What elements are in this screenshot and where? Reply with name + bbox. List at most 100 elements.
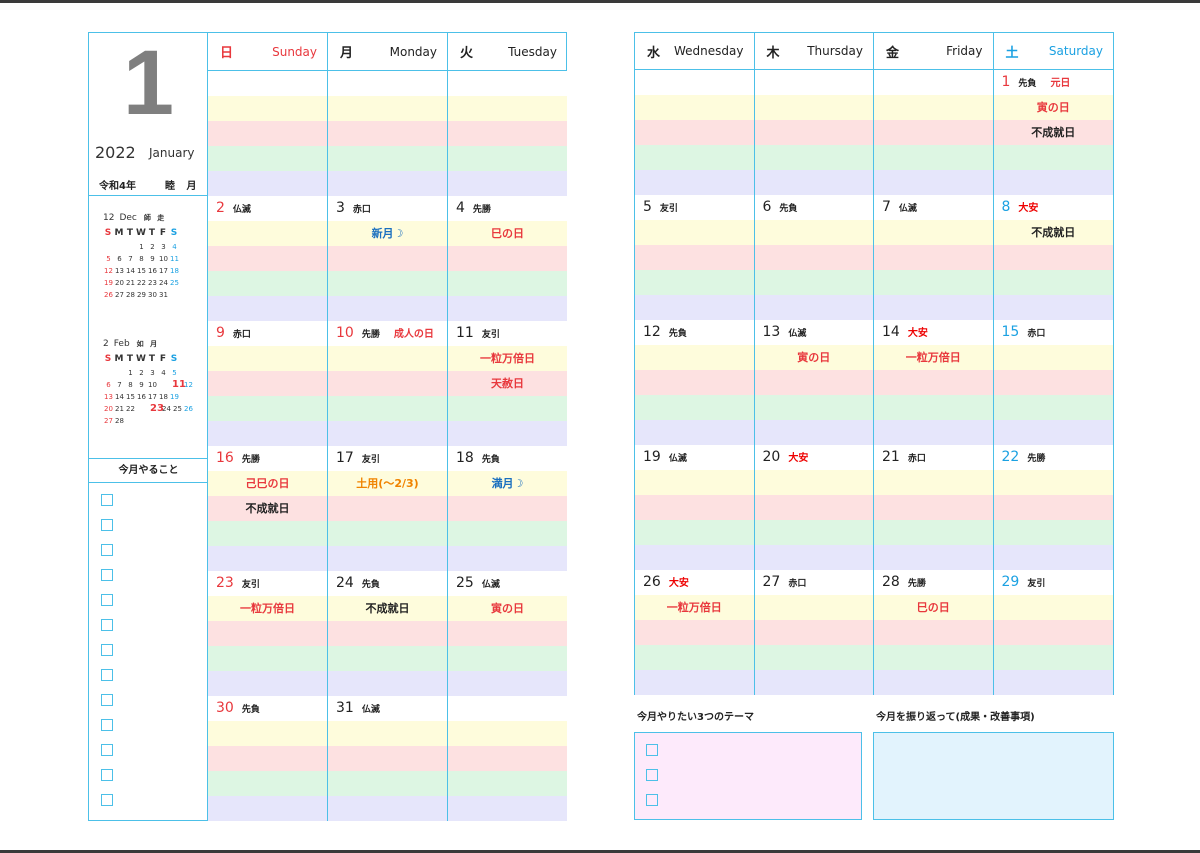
day-cell[interactable]: 7 仏滅 bbox=[874, 195, 994, 320]
day-cell[interactable]: 28 先勝 巳の日 bbox=[874, 570, 994, 695]
day-cell[interactable]: 6 先負 bbox=[754, 195, 874, 320]
weekday-header-monday: 月 Monday bbox=[328, 33, 448, 70]
day-note-line bbox=[328, 146, 447, 171]
day-cell[interactable]: 11 友引 一粒万倍日 天赦日 bbox=[448, 321, 567, 446]
review-box[interactable] bbox=[873, 732, 1114, 820]
todo-checkbox[interactable] bbox=[101, 744, 113, 756]
mini-dow-letter: W bbox=[136, 354, 147, 364]
todo-checkbox[interactable] bbox=[101, 519, 113, 531]
day-cell[interactable]: 24 先負 不成就日 bbox=[328, 571, 448, 696]
weekday-header-sunday: 日 Sunday bbox=[208, 33, 328, 70]
todo-checkbox[interactable] bbox=[101, 594, 113, 606]
mini-calendar-prev: 12 Dec 師 走 S M T W T F S 1 2 3 4 5 6 7 8 9 10 11 12 13 14 15 16 17… bbox=[103, 213, 193, 301]
day-cell[interactable]: 13 仏滅 寅の日 bbox=[754, 320, 874, 445]
rokuyo-label: 赤口 bbox=[352, 205, 371, 215]
day-cell[interactable]: 18 先負 満月☽ bbox=[448, 446, 567, 571]
right-page: 水 Wednesday 木 Thursday 金 Friday 土 Saturday 1 先負 元… bbox=[634, 32, 1114, 821]
todo-checkbox[interactable] bbox=[101, 544, 113, 556]
mini-day: 18 bbox=[170, 267, 179, 275]
week-row: 9 赤口 10 先勝 成人の日 11 友引 一粒万倍日 天赦日 bbox=[208, 321, 567, 446]
todo-checkbox[interactable] bbox=[101, 719, 113, 731]
day-cell[interactable]: 16 先勝 己巳の日 不成就日 bbox=[208, 446, 328, 571]
weekday-jp: 月 bbox=[340, 46, 354, 61]
day-note-line bbox=[208, 121, 327, 146]
day-number: 11 bbox=[456, 325, 474, 341]
mini-day: 18 bbox=[159, 393, 168, 401]
day-note-line bbox=[448, 746, 567, 771]
day-cell[interactable]: 23 友引 一粒万倍日 bbox=[208, 571, 328, 696]
day-cell[interactable]: 12 先負 bbox=[635, 320, 755, 445]
day-cell[interactable] bbox=[208, 71, 328, 196]
day-cell[interactable]: 27 赤口 bbox=[754, 570, 874, 695]
day-cell[interactable]: 9 赤口 bbox=[208, 321, 328, 446]
mini-dow-letter: T bbox=[126, 228, 135, 238]
day-note-line bbox=[328, 721, 447, 746]
mini-day: 16 bbox=[137, 393, 146, 401]
day-note-line bbox=[328, 171, 447, 196]
day-cell[interactable]: 29 友引 bbox=[993, 570, 1113, 695]
rokuyo-label: 先勝 bbox=[241, 455, 260, 465]
day-header-line: 26 大安 bbox=[635, 570, 754, 595]
wareki-year-label: 令和4年 bbox=[99, 181, 136, 192]
day-cell[interactable]: 20 大安 bbox=[754, 445, 874, 570]
todo-checkbox[interactable] bbox=[101, 494, 113, 506]
week-row: 1 先負 元日 寅の日 不成就日 bbox=[634, 70, 1114, 195]
day-cell[interactable] bbox=[874, 70, 994, 195]
day-cell[interactable]: 26 大安一粒万倍日 bbox=[635, 570, 755, 695]
day-header-line: 28 先勝 bbox=[874, 570, 993, 595]
day-cell[interactable]: 17 友引 土用(～2/3) bbox=[328, 446, 448, 571]
day-cell[interactable]: 25 仏滅 寅の日 bbox=[448, 571, 567, 696]
day-cell[interactable]: 15 赤口 bbox=[993, 320, 1113, 445]
mini-week-row: 20 21 22 2324 25 26 bbox=[103, 403, 193, 415]
week-row: 26 大安 一粒万倍日 27 赤口 28 先勝 巳の日 29 友引 bbox=[634, 570, 1114, 695]
day-note-line bbox=[635, 95, 754, 120]
day-number: 28 bbox=[882, 574, 900, 590]
theme-box[interactable] bbox=[634, 732, 862, 820]
mini-day: 2 bbox=[150, 243, 155, 251]
day-cell[interactable]: 5 友引 bbox=[635, 195, 755, 320]
mini-old-month-name: 師 走 bbox=[143, 214, 167, 222]
day-cell[interactable]: 3 赤口 新月☽ bbox=[328, 196, 448, 321]
todo-checkbox[interactable] bbox=[101, 769, 113, 781]
todo-checkbox[interactable] bbox=[101, 619, 113, 631]
day-cell[interactable]: 14 大安 一粒万倍日 bbox=[874, 320, 994, 445]
todo-checkbox[interactable] bbox=[101, 794, 113, 806]
day-note-line bbox=[754, 495, 873, 520]
day-cell[interactable] bbox=[754, 70, 874, 195]
day-cell[interactable] bbox=[635, 70, 755, 195]
weekday-jp: 木 bbox=[766, 45, 780, 61]
day-number: 23 bbox=[216, 575, 234, 591]
todo-checkbox[interactable] bbox=[101, 669, 113, 681]
theme-checkbox[interactable] bbox=[646, 744, 658, 756]
theme-checkbox[interactable] bbox=[646, 794, 658, 806]
day-note-line bbox=[754, 470, 873, 495]
day-cell[interactable]: 31 仏滅 bbox=[328, 696, 448, 821]
mini-day: 23 bbox=[150, 403, 164, 414]
mini-calendar-header: 12 Dec 師 走 bbox=[103, 213, 193, 227]
day-cell[interactable]: 8 大安 不成就日 bbox=[993, 195, 1113, 320]
day-cell[interactable]: 4 先勝 巳の日 bbox=[448, 196, 567, 321]
mini-day: 17 bbox=[159, 267, 168, 275]
day-cell[interactable]: 19 仏滅 bbox=[635, 445, 755, 570]
day-cell[interactable] bbox=[448, 71, 567, 196]
day-number: 25 bbox=[456, 575, 474, 591]
theme-checkbox[interactable] bbox=[646, 769, 658, 781]
day-note-line bbox=[874, 145, 993, 170]
day-cell[interactable] bbox=[448, 696, 567, 821]
day-cell[interactable]: 22 先勝 bbox=[993, 445, 1113, 570]
mini-dow-letter: F bbox=[159, 228, 168, 238]
day-cell[interactable]: 2 仏滅 bbox=[208, 196, 328, 321]
day-cell[interactable]: 30 先負 bbox=[208, 696, 328, 821]
day-cell[interactable]: 1 先負 元日 寅の日 不成就日 bbox=[993, 70, 1113, 195]
todo-checkbox[interactable] bbox=[101, 694, 113, 706]
todo-checkbox[interactable] bbox=[101, 644, 113, 656]
day-note-line: 不成就日 bbox=[208, 496, 327, 521]
day-cell[interactable] bbox=[328, 71, 448, 196]
day-event: 一粒万倍日 bbox=[666, 601, 722, 614]
day-note-line bbox=[448, 171, 567, 196]
mini-day: 12 bbox=[184, 381, 193, 389]
todo-checkbox[interactable] bbox=[101, 569, 113, 581]
mini-day: 26 bbox=[184, 405, 193, 413]
day-cell[interactable]: 10 先勝 成人の日 bbox=[328, 321, 448, 446]
day-cell[interactable]: 21 赤口 bbox=[874, 445, 994, 570]
